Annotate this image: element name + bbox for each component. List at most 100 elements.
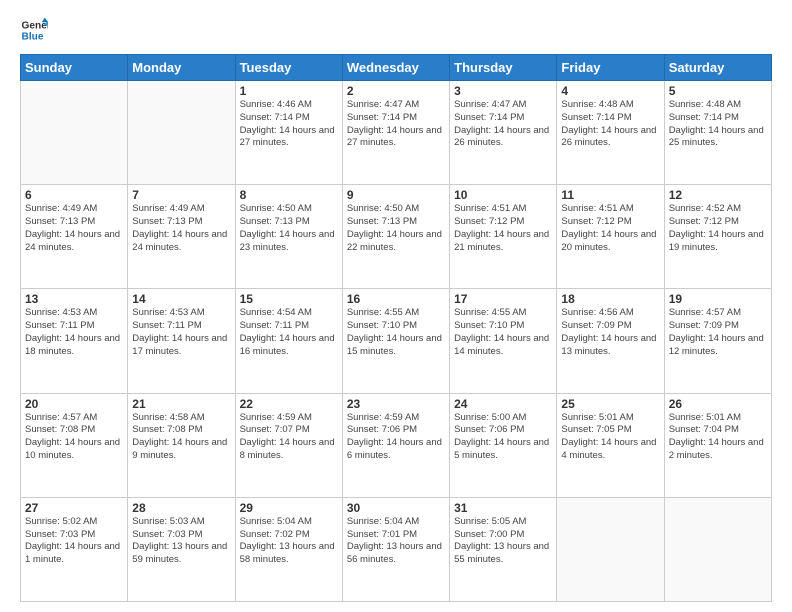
day-number: 22 bbox=[240, 397, 338, 411]
day-number: 1 bbox=[240, 84, 338, 98]
calendar-cell: 12Sunrise: 4:52 AM Sunset: 7:12 PM Dayli… bbox=[664, 185, 771, 289]
day-number: 6 bbox=[25, 188, 123, 202]
day-number: 7 bbox=[132, 188, 230, 202]
day-info: Sunrise: 4:46 AM Sunset: 7:14 PM Dayligh… bbox=[240, 99, 338, 150]
day-number: 5 bbox=[669, 84, 767, 98]
day-number: 31 bbox=[454, 501, 552, 515]
day-info: Sunrise: 5:02 AM Sunset: 7:03 PM Dayligh… bbox=[25, 516, 123, 567]
svg-text:Blue: Blue bbox=[22, 31, 44, 42]
calendar-cell bbox=[557, 497, 664, 601]
calendar-cell: 2Sunrise: 4:47 AM Sunset: 7:14 PM Daylig… bbox=[342, 81, 449, 185]
weekday-header-friday: Friday bbox=[557, 55, 664, 81]
calendar-cell: 18Sunrise: 4:56 AM Sunset: 7:09 PM Dayli… bbox=[557, 289, 664, 393]
day-number: 19 bbox=[669, 292, 767, 306]
header: General Blue bbox=[20, 16, 772, 44]
day-number: 12 bbox=[669, 188, 767, 202]
weekday-header-sunday: Sunday bbox=[21, 55, 128, 81]
calendar-cell: 17Sunrise: 4:55 AM Sunset: 7:10 PM Dayli… bbox=[450, 289, 557, 393]
calendar-cell: 28Sunrise: 5:03 AM Sunset: 7:03 PM Dayli… bbox=[128, 497, 235, 601]
day-info: Sunrise: 4:52 AM Sunset: 7:12 PM Dayligh… bbox=[669, 203, 767, 254]
calendar-cell: 10Sunrise: 4:51 AM Sunset: 7:12 PM Dayli… bbox=[450, 185, 557, 289]
day-number: 13 bbox=[25, 292, 123, 306]
day-number: 25 bbox=[561, 397, 659, 411]
day-info: Sunrise: 4:48 AM Sunset: 7:14 PM Dayligh… bbox=[669, 99, 767, 150]
calendar-cell: 31Sunrise: 5:05 AM Sunset: 7:00 PM Dayli… bbox=[450, 497, 557, 601]
logo: General Blue bbox=[20, 16, 48, 44]
day-number: 30 bbox=[347, 501, 445, 515]
calendar-week-5: 27Sunrise: 5:02 AM Sunset: 7:03 PM Dayli… bbox=[21, 497, 772, 601]
calendar-cell: 20Sunrise: 4:57 AM Sunset: 7:08 PM Dayli… bbox=[21, 393, 128, 497]
page: General Blue SundayMondayTuesdayWednesda… bbox=[0, 0, 792, 612]
day-info: Sunrise: 5:01 AM Sunset: 7:04 PM Dayligh… bbox=[669, 412, 767, 463]
calendar-cell: 21Sunrise: 4:58 AM Sunset: 7:08 PM Dayli… bbox=[128, 393, 235, 497]
weekday-header-wednesday: Wednesday bbox=[342, 55, 449, 81]
calendar-cell: 13Sunrise: 4:53 AM Sunset: 7:11 PM Dayli… bbox=[21, 289, 128, 393]
calendar-cell: 1Sunrise: 4:46 AM Sunset: 7:14 PM Daylig… bbox=[235, 81, 342, 185]
calendar-cell: 5Sunrise: 4:48 AM Sunset: 7:14 PM Daylig… bbox=[664, 81, 771, 185]
calendar-cell: 26Sunrise: 5:01 AM Sunset: 7:04 PM Dayli… bbox=[664, 393, 771, 497]
calendar-cell: 24Sunrise: 5:00 AM Sunset: 7:06 PM Dayli… bbox=[450, 393, 557, 497]
calendar-cell: 8Sunrise: 4:50 AM Sunset: 7:13 PM Daylig… bbox=[235, 185, 342, 289]
day-info: Sunrise: 4:56 AM Sunset: 7:09 PM Dayligh… bbox=[561, 307, 659, 358]
day-number: 15 bbox=[240, 292, 338, 306]
day-number: 14 bbox=[132, 292, 230, 306]
day-info: Sunrise: 4:50 AM Sunset: 7:13 PM Dayligh… bbox=[240, 203, 338, 254]
day-info: Sunrise: 4:59 AM Sunset: 7:06 PM Dayligh… bbox=[347, 412, 445, 463]
day-info: Sunrise: 4:55 AM Sunset: 7:10 PM Dayligh… bbox=[454, 307, 552, 358]
calendar-cell: 4Sunrise: 4:48 AM Sunset: 7:14 PM Daylig… bbox=[557, 81, 664, 185]
calendar-cell: 27Sunrise: 5:02 AM Sunset: 7:03 PM Dayli… bbox=[21, 497, 128, 601]
day-info: Sunrise: 4:47 AM Sunset: 7:14 PM Dayligh… bbox=[454, 99, 552, 150]
calendar-cell: 30Sunrise: 5:04 AM Sunset: 7:01 PM Dayli… bbox=[342, 497, 449, 601]
calendar-cell: 25Sunrise: 5:01 AM Sunset: 7:05 PM Dayli… bbox=[557, 393, 664, 497]
calendar-cell: 23Sunrise: 4:59 AM Sunset: 7:06 PM Dayli… bbox=[342, 393, 449, 497]
day-info: Sunrise: 4:53 AM Sunset: 7:11 PM Dayligh… bbox=[132, 307, 230, 358]
day-number: 21 bbox=[132, 397, 230, 411]
day-number: 26 bbox=[669, 397, 767, 411]
day-info: Sunrise: 5:04 AM Sunset: 7:01 PM Dayligh… bbox=[347, 516, 445, 567]
day-number: 3 bbox=[454, 84, 552, 98]
calendar-week-3: 13 Sunrise: 4:53 AM Sunset: 7:11 PM Dayli… bbox=[21, 289, 772, 393]
weekday-header-tuesday: Tuesday bbox=[235, 55, 342, 81]
day-number: 28 bbox=[132, 501, 230, 515]
calendar-week-1: 1Sunrise: 4:46 AM Sunset: 7:14 PM Daylig… bbox=[21, 81, 772, 185]
calendar-cell: 19Sunrise: 4:57 AM Sunset: 7:09 PM Dayli… bbox=[664, 289, 771, 393]
day-info: Sunrise: 4:55 AM Sunset: 7:10 PM Dayligh… bbox=[347, 307, 445, 358]
calendar-cell: 16Sunrise: 4:55 AM Sunset: 7:10 PM Dayli… bbox=[342, 289, 449, 393]
day-info: Sunrise: 5:00 AM Sunset: 7:06 PM Dayligh… bbox=[454, 412, 552, 463]
day-info: Sunrise: 4:58 AM Sunset: 7:08 PM Dayligh… bbox=[132, 412, 230, 463]
day-number: 20 bbox=[25, 397, 123, 411]
day-info: Sunrise: 4:51 AM Sunset: 7:12 PM Dayligh… bbox=[561, 203, 659, 254]
day-info: Sunrise: 4:59 AM Sunset: 7:07 PM Dayligh… bbox=[240, 412, 338, 463]
weekday-header-saturday: Saturday bbox=[664, 55, 771, 81]
day-info: Sunrise: 4:49 AM Sunset: 7:13 PM Dayligh… bbox=[132, 203, 230, 254]
day-number: 16 bbox=[347, 292, 445, 306]
calendar-cell: 29Sunrise: 5:04 AM Sunset: 7:02 PM Dayli… bbox=[235, 497, 342, 601]
day-info: Sunrise: 4:54 AM Sunset: 7:11 PM Dayligh… bbox=[240, 307, 338, 358]
calendar-table: SundayMondayTuesdayWednesdayThursdayFrid… bbox=[20, 54, 772, 602]
day-info: Sunrise: 5:01 AM Sunset: 7:05 PM Dayligh… bbox=[561, 412, 659, 463]
calendar-cell: 11Sunrise: 4:51 AM Sunset: 7:12 PM Dayli… bbox=[557, 185, 664, 289]
day-info: Sunrise: 5:05 AM Sunset: 7:00 PM Dayligh… bbox=[454, 516, 552, 567]
day-number: 24 bbox=[454, 397, 552, 411]
day-number: 10 bbox=[454, 188, 552, 202]
day-number: 17 bbox=[454, 292, 552, 306]
calendar-week-2: 6 Sunrise: 4:49 AM Sunset: 7:13 PM Daylig… bbox=[21, 185, 772, 289]
day-number: 29 bbox=[240, 501, 338, 515]
calendar-cell: 14Sunrise: 4:53 AM Sunset: 7:11 PM Dayli… bbox=[128, 289, 235, 393]
calendar-cell: 3Sunrise: 4:47 AM Sunset: 7:14 PM Daylig… bbox=[450, 81, 557, 185]
weekday-header-thursday: Thursday bbox=[450, 55, 557, 81]
day-info: Sunrise: 4:51 AM Sunset: 7:12 PM Dayligh… bbox=[454, 203, 552, 254]
day-info: Sunrise: 4:57 AM Sunset: 7:08 PM Dayligh… bbox=[25, 412, 123, 463]
weekday-header-row: SundayMondayTuesdayWednesdayThursdayFrid… bbox=[21, 55, 772, 81]
calendar-cell: 7Sunrise: 4:49 AM Sunset: 7:13 PM Daylig… bbox=[128, 185, 235, 289]
day-number: 11 bbox=[561, 188, 659, 202]
calendar-cell bbox=[21, 81, 128, 185]
calendar-cell: 9Sunrise: 4:50 AM Sunset: 7:13 PM Daylig… bbox=[342, 185, 449, 289]
day-number: 2 bbox=[347, 84, 445, 98]
day-info: Sunrise: 4:57 AM Sunset: 7:09 PM Dayligh… bbox=[669, 307, 767, 358]
day-info: Sunrise: 4:50 AM Sunset: 7:13 PM Dayligh… bbox=[347, 203, 445, 254]
weekday-header-monday: Monday bbox=[128, 55, 235, 81]
day-info: Sunrise: 4:47 AM Sunset: 7:14 PM Dayligh… bbox=[347, 99, 445, 150]
day-number: 4 bbox=[561, 84, 659, 98]
day-number: 8 bbox=[240, 188, 338, 202]
